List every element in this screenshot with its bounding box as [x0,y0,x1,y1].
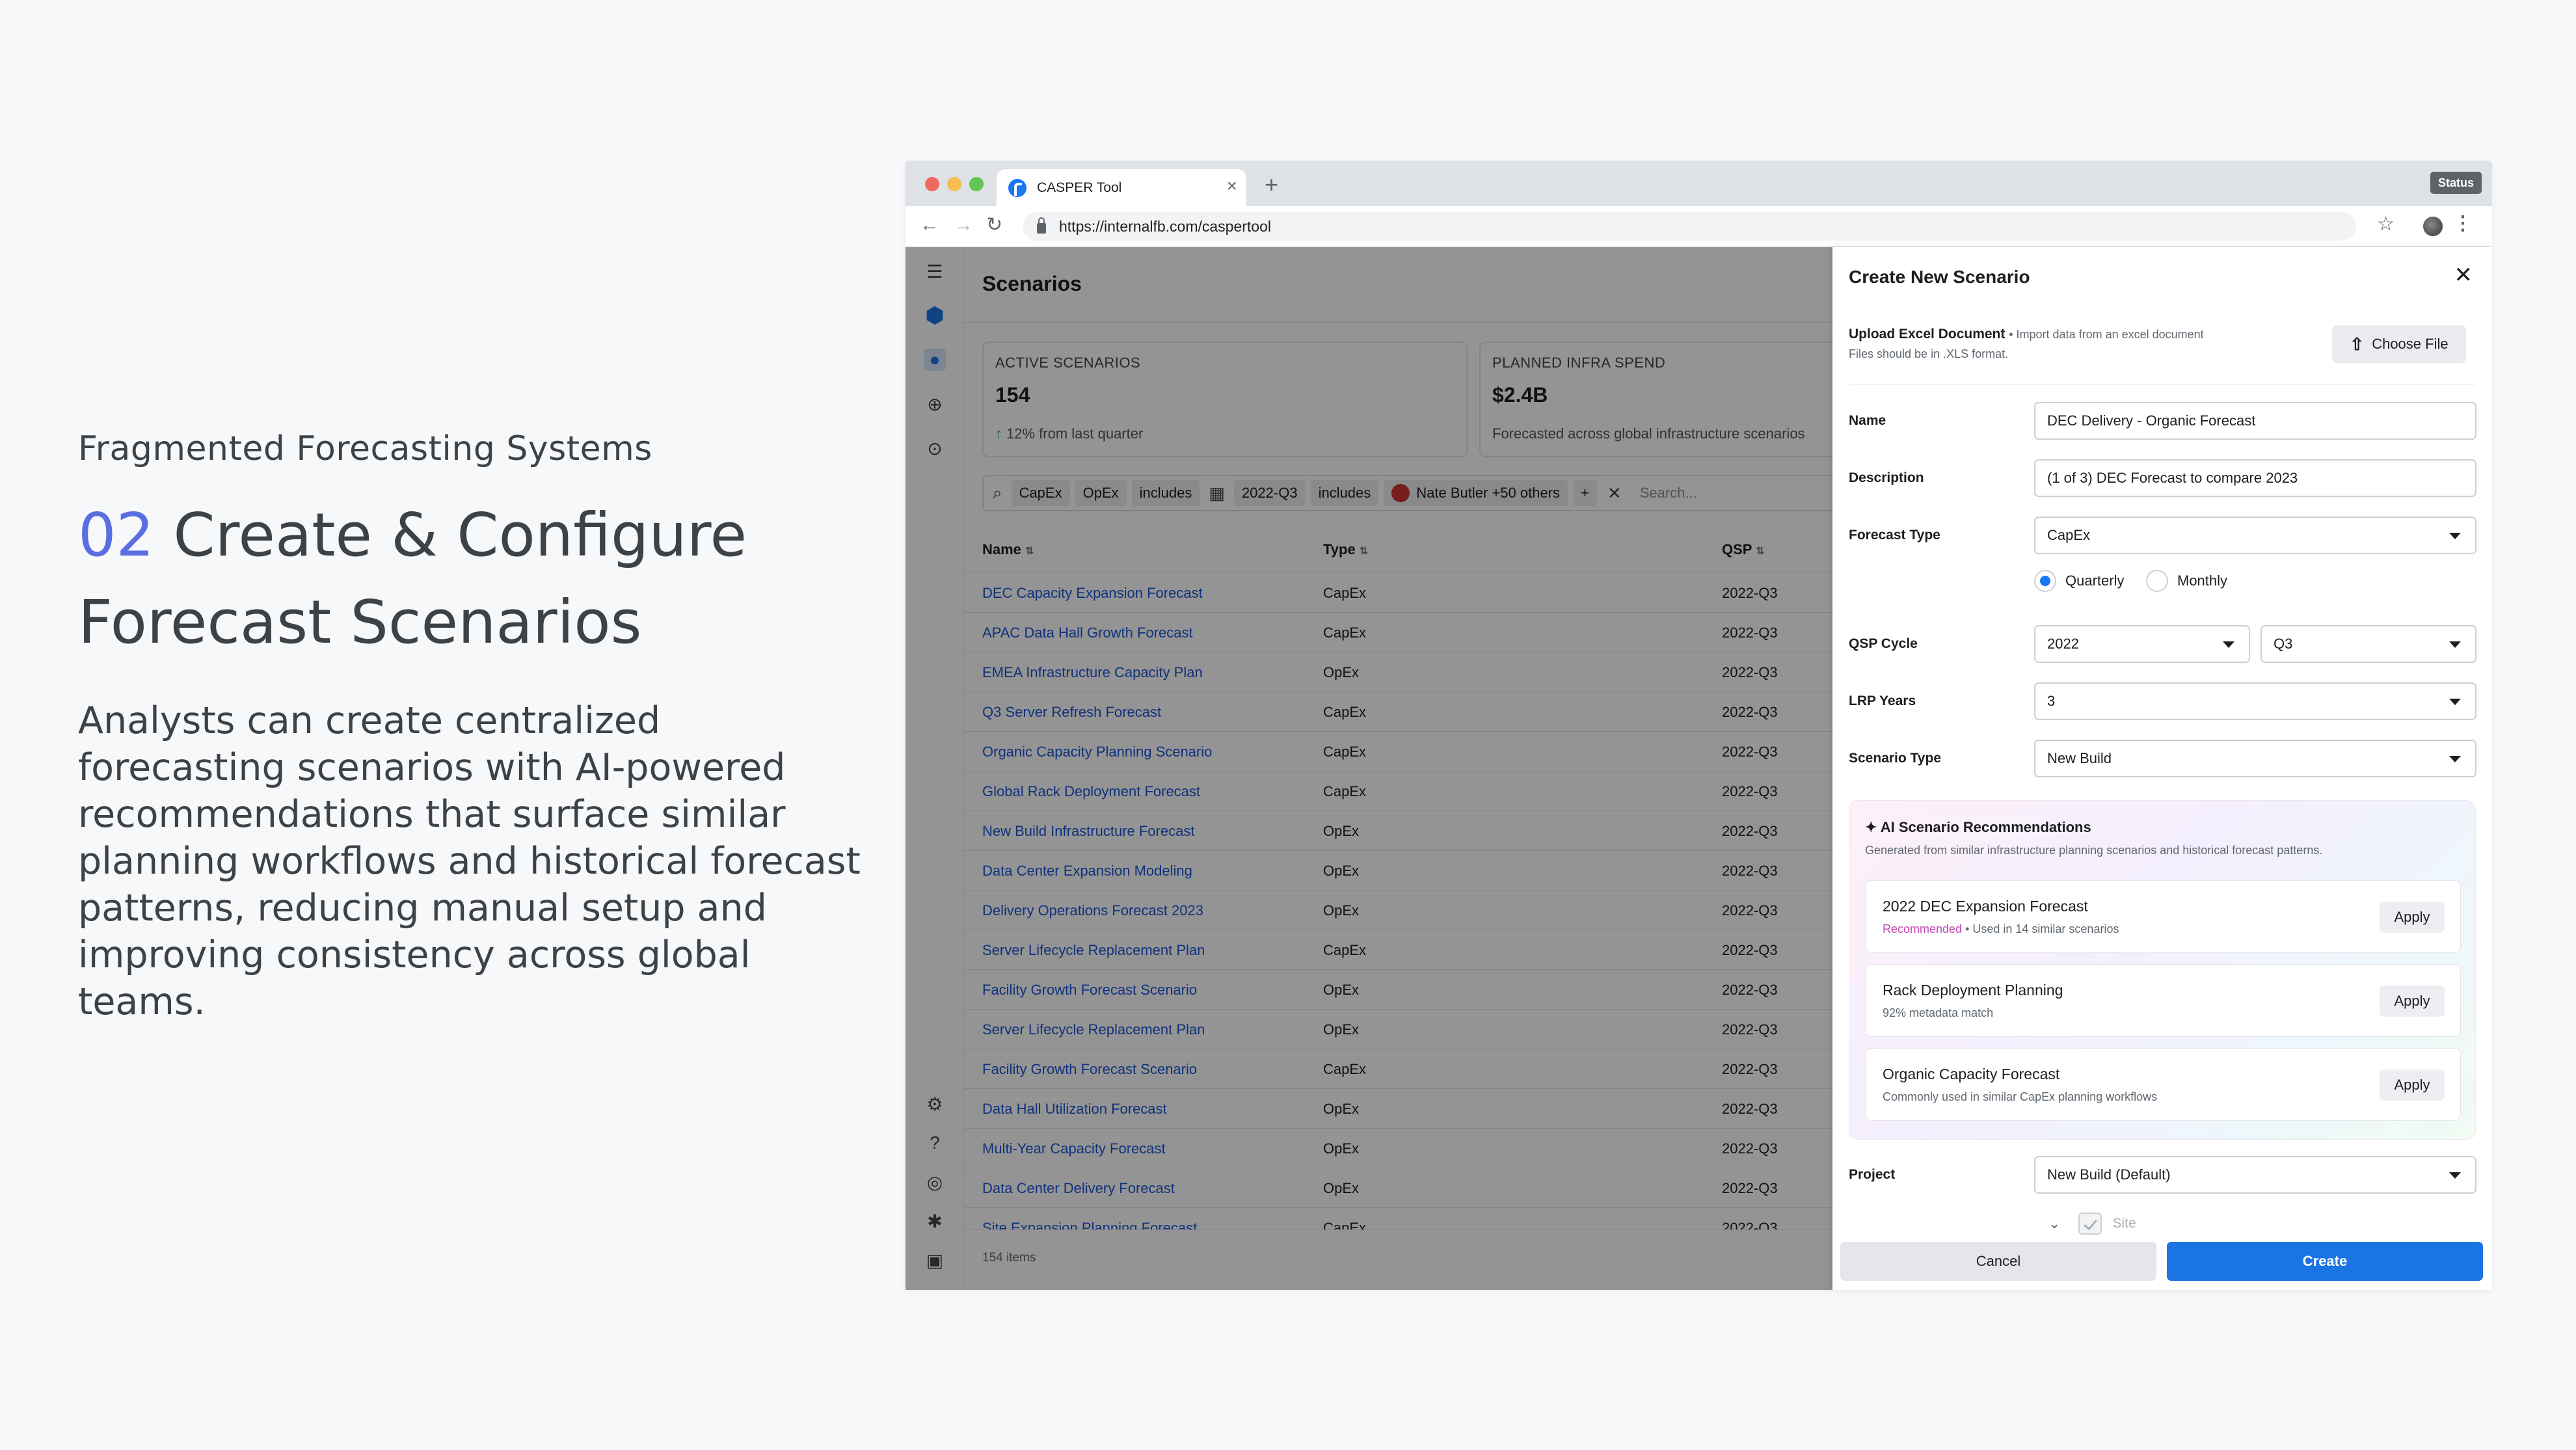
choose-file-button[interactable]: ⇧ Choose File [2332,325,2466,363]
radio-quarterly[interactable]: Quarterly [2034,570,2124,592]
slide-body: Analysts can create centralized forecast… [78,699,861,1023]
slide: Fragmented Forecasting Systems 02 Create… [0,0,2576,1450]
address-bar: ← → ↻ https://internalfb.com/caspertool … [906,206,2492,247]
rec-title: Organic Capacity Forecast [1883,1066,2060,1082]
scenario-type-select[interactable]: New Build [2034,740,2476,777]
sparkle-icon: ✦ [1865,819,1877,835]
forecast-type-select[interactable]: CapEx [2034,517,2476,554]
cancel-button[interactable]: Cancel [1840,1242,2156,1281]
url-text: https://internalfb.com/caspertool [1059,217,1271,235]
tab-title: CASPER Tool [1037,180,1122,195]
back-arrow-icon[interactable]: ← [920,215,939,235]
radio-monthly[interactable]: Monthly [2146,570,2227,592]
recommendation-card: Organic Capacity Forecast Commonly used … [1865,1048,2461,1121]
site-checkbox[interactable] [2078,1213,2102,1235]
panel-footer: Cancel Create [1832,1237,2492,1290]
qsp-year-select[interactable]: 2022 [2034,625,2250,663]
close-icon[interactable]: ✕ [2454,264,2473,286]
chevron-down-icon [2223,641,2234,648]
minimize-window-icon[interactable] [947,177,961,191]
url-field[interactable]: https://internalfb.com/caspertool [1023,212,2356,241]
scenario-type-label: Scenario Type [1849,751,1941,766]
new-tab-icon[interactable]: + [1265,171,1278,198]
project-label: Project [1849,1167,1896,1182]
ai-subtitle: Generated from similar infrastructure pl… [1865,844,2323,857]
rec-sub: 92% metadata match [1883,1006,1994,1019]
lock-icon [1037,217,1046,234]
browser-menu-icon[interactable]: ⋮ [2453,214,2473,234]
forward-arrow-icon[interactable]: → [954,215,973,235]
status-button[interactable]: Status [2430,172,2482,194]
profile-avatar-icon[interactable] [2423,217,2443,236]
radio-selected-icon [2034,570,2056,592]
lrp-years-label: LRP Years [1849,693,1916,708]
apply-button[interactable]: Apply [2380,902,2445,933]
name-field[interactable]: DEC Delivery - Organic Forecast [2034,402,2476,440]
upload-icon: ⇧ [2350,334,2365,354]
qsp-cycle-label: QSP Cycle [1849,636,1918,651]
modal-overlay[interactable] [906,247,1832,1290]
chevron-down-icon [2449,699,2461,705]
create-button[interactable]: Create [2167,1242,2483,1281]
chevron-down-icon [2449,533,2461,539]
close-tab-icon[interactable]: × [1227,177,1237,195]
heading-line2: Forecast Scenarios [78,587,642,657]
description-field[interactable]: (1 of 3) DEC Forecast to compare 2023 [2034,459,2476,497]
ai-title: ✦ AI Scenario Recommendations [1865,819,2091,835]
create-scenario-panel: Create New Scenario ✕ Upload Excel Docum… [1832,247,2492,1290]
qsp-quarter-select[interactable]: Q3 [2261,625,2476,663]
close-window-icon[interactable] [925,177,939,191]
rec-title: 2022 DEC Expansion Forecast [1883,898,2088,915]
reload-icon[interactable]: ↻ [986,215,1002,235]
chevron-down-icon [2449,1172,2461,1179]
browser-titlebar: CASPER Tool × + Status [906,161,2492,206]
chevron-down-icon [2449,756,2461,762]
project-select[interactable]: New Build (Default) [2034,1156,2476,1194]
maximize-window-icon[interactable] [969,177,984,191]
forecast-type-label: Forecast Type [1849,528,1940,543]
upload-label: Upload Excel Document • Import data from… [1849,327,2204,342]
chevron-down-icon [2449,641,2461,648]
radio-empty-icon [2146,570,2168,592]
site-row: ⌄ Site [2048,1213,2136,1235]
site-label: Site [2112,1216,2136,1231]
slide-heading: 02 Create & Configure Forecast Scenarios [78,492,872,666]
rec-sub: Commonly used in similar CapEx planning … [1883,1090,2158,1103]
apply-button[interactable]: Apply [2380,986,2445,1017]
upload-hint: Files should be in .XLS format. [1849,347,2009,360]
browser-window: CASPER Tool × + Status ← → ↻ https://int… [906,161,2492,1290]
slide-subtitle: Fragmented Forecasting Systems [78,429,652,468]
apply-button[interactable]: Apply [2380,1069,2445,1101]
slide-number: 02 [78,500,155,570]
rec-title: Rack Deployment Planning [1883,982,2063,999]
ai-recommendations: ✦ AI Scenario Recommendations Generated … [1849,800,2476,1140]
chevron-down-icon[interactable]: ⌄ [2048,1215,2060,1232]
browser-tab[interactable]: CASPER Tool × [997,169,1246,206]
name-label: Name [1849,413,1886,428]
panel-title: Create New Scenario [1849,267,2030,287]
rec-sub: Recommended • Used in 14 similar scenari… [1883,922,2119,935]
slide-text: Fragmented Forecasting Systems 02 Create… [78,429,872,1025]
heading-line1: Create & Configure [173,500,747,570]
recommendation-card: 2022 DEC Expansion Forecast Recommended … [1865,880,2461,953]
recommendation-card: Rack Deployment Planning 92% metadata ma… [1865,964,2461,1037]
description-label: Description [1849,470,1924,485]
bookmark-star-icon[interactable]: ☆ [2377,215,2395,234]
lrp-years-select[interactable]: 3 [2034,682,2476,720]
facebook-favicon-icon [1008,178,1026,197]
